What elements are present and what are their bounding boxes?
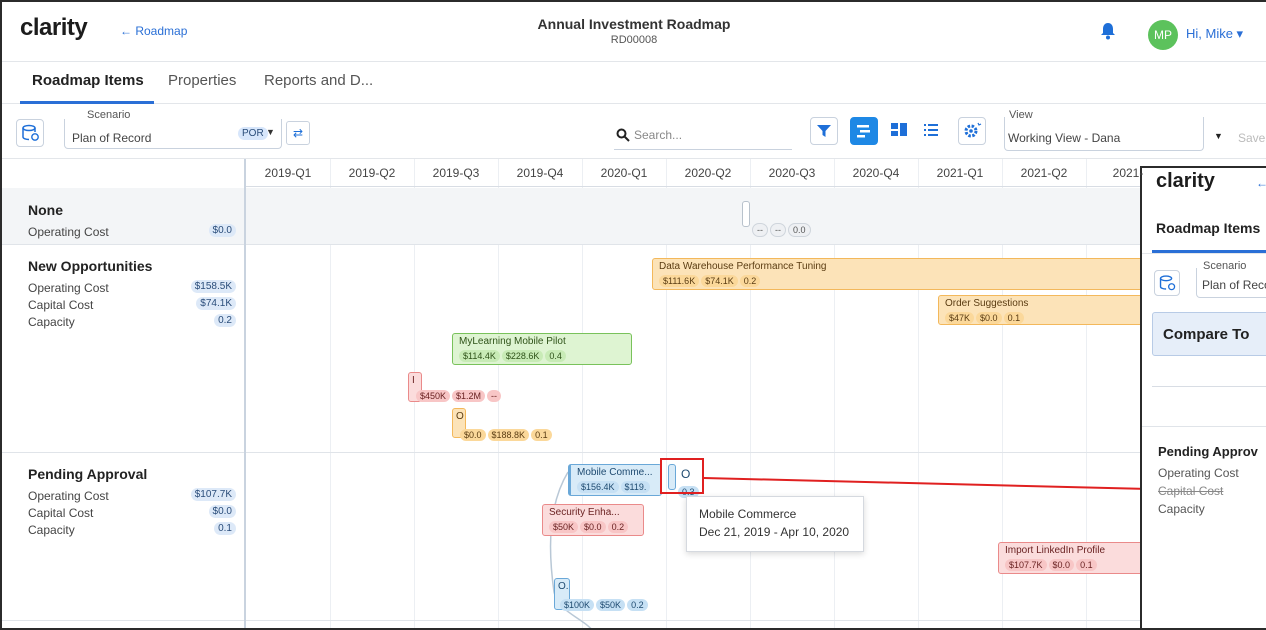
item-tooltip: Mobile Commerce Dec 21, 2019 - Apr 10, 2… (686, 496, 864, 552)
item-metric: $114.4K (459, 350, 500, 362)
item-name: MyLearning Mobile Pilot (459, 336, 566, 347)
quarter-label: 2020-Q3 (768, 166, 816, 180)
item-metric: 0.4 (545, 350, 566, 362)
row-label: Capacity (1158, 502, 1205, 516)
item-name: Order Suggestions (945, 298, 1029, 309)
item-metric: $0.0 (580, 521, 606, 533)
item-metrics: $0.0 $188.8K 0.1 (460, 429, 554, 441)
item-metric: $156.4K (577, 481, 619, 493)
roadmap-item-bar[interactable]: Security Enha... $50K $0.0 0.2 (542, 504, 644, 536)
quarter-label: 2019-Q2 (348, 166, 396, 180)
quarter-label: 2019-Q1 (264, 166, 312, 180)
quarter-label: 2020-Q4 (852, 166, 900, 180)
app-window: clarity ← Roadmap Annual Investment Road… (0, 0, 1266, 630)
divider (1152, 386, 1266, 387)
item-name: O (456, 411, 464, 422)
item-metric: $74.1K (701, 275, 738, 287)
callout-highlight (660, 458, 704, 494)
item-metrics: $100K $50K 0.2 (560, 599, 650, 611)
quarter-label: 2019-Q3 (432, 166, 480, 180)
row-label: Capital Cost (1158, 484, 1224, 498)
divider (1142, 426, 1266, 427)
roadmap-item-bar[interactable]: Import LinkedIn Profile $107.7K $0.0 0.1 (998, 542, 1152, 574)
item-metric: $119. (620, 481, 651, 493)
tooltip-title: Mobile Commerce (699, 507, 797, 521)
tooltip-dates: Dec 21, 2019 - Apr 10, 2020 (699, 525, 850, 539)
scenario-value: Plan of Reco (1202, 278, 1266, 292)
quarter-label: 2020-Q2 (684, 166, 732, 180)
compare-to-button: Compare To (1152, 312, 1266, 356)
item-metric: $107.7K (1005, 559, 1047, 571)
item-name: Import LinkedIn Profile (1005, 545, 1106, 556)
item-metric: $47K (945, 312, 975, 324)
item-name: Security Enha... (549, 507, 620, 518)
roadmap-item-bar[interactable] (742, 201, 750, 227)
quarter-label: 2021-Q2 (1020, 166, 1068, 180)
quarter-label: 2020-Q1 (600, 166, 648, 180)
item-metric: 0.2 (607, 521, 629, 533)
item-metric: 0.1 (1003, 312, 1025, 324)
roadmap-item-bar[interactable]: Mobile Comme... $156.4K $119. (568, 464, 662, 496)
scenario-label: Scenario (1200, 260, 1250, 272)
row-label: Operating Cost (1158, 466, 1239, 480)
item-metric: $0.0 (976, 312, 1002, 324)
item-metric: $228.6K (501, 350, 544, 362)
tab-roadmap-items: Roadmap Items (1156, 220, 1261, 236)
item-metric: $111.6K (659, 275, 700, 287)
active-tab-indicator (1152, 250, 1266, 253)
quarter-label: 2021- (1112, 166, 1144, 180)
back-link: ← I (1256, 176, 1266, 190)
scenario-database-icon (1154, 270, 1180, 296)
item-metric: $50K (549, 521, 579, 533)
item-metrics: $450K $1.2M -- (416, 390, 503, 402)
quarter-label: 2021-Q1 (936, 166, 984, 180)
item-metric: $0.0 (1048, 559, 1075, 571)
item-metric: 0.2 (739, 275, 761, 287)
item-name: Data Warehouse Performance Tuning (659, 261, 827, 272)
zoom-inset-panel: clarity ← I Roadmap Items Scenario Plan … (1140, 166, 1266, 628)
quarter-label: 2019-Q4 (516, 166, 564, 180)
item-name: I (412, 375, 415, 386)
item-metrics: -- -- 0.0 (752, 223, 813, 237)
item-name: O. (558, 581, 569, 592)
item-metric: 0.1 (1076, 559, 1097, 571)
roadmap-item-bar[interactable]: Data Warehouse Performance Tuning $111.6… (652, 258, 1152, 290)
item-name: Mobile Comme... (577, 467, 653, 478)
group-title: Pending Approv (1158, 444, 1258, 459)
roadmap-item-bar[interactable]: MyLearning Mobile Pilot $114.4K $228.6K 0.… (452, 333, 632, 365)
tab-bar: Roadmap Items (1142, 204, 1266, 254)
roadmap-item-bar[interactable]: Order Suggestions $47K $0.0 0.1 (938, 295, 1152, 325)
